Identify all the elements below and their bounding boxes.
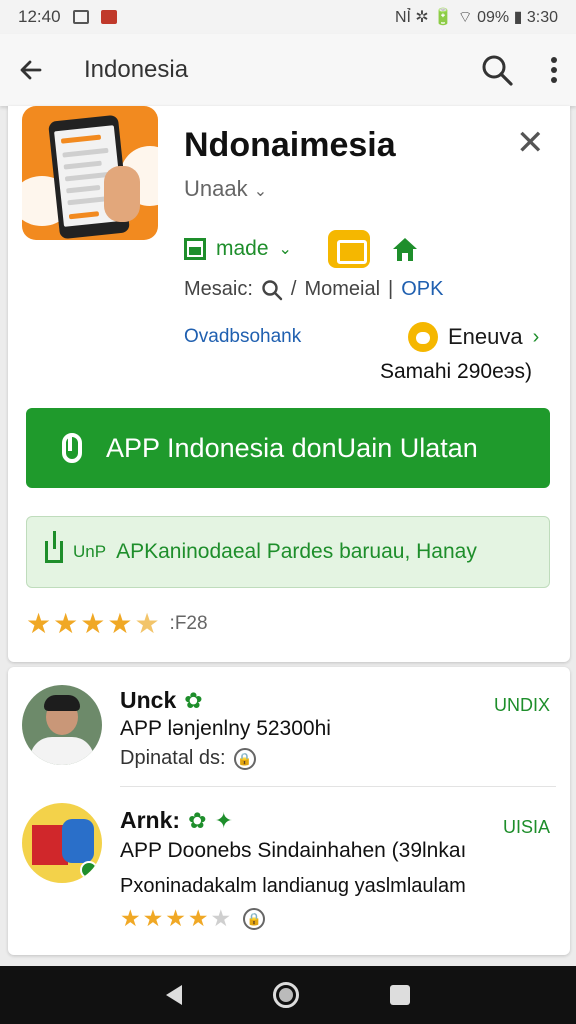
meta-row: made ⌄ bbox=[184, 230, 420, 268]
eneuva-label: Eneuva bbox=[448, 324, 523, 349]
app-bar: Indonesia bbox=[0, 34, 576, 106]
app-name: Ndonaimesia bbox=[184, 126, 396, 164]
home-nav-icon[interactable] bbox=[272, 982, 299, 1008]
star-half-icon: ★ bbox=[134, 608, 160, 639]
page-title: Indonesia bbox=[84, 56, 189, 83]
notification-icon bbox=[72, 10, 89, 24]
review-sub-text: Pxoninadakalm landianug yaslmlaulam bbox=[120, 875, 466, 897]
review-tag[interactable]: UISIA bbox=[503, 817, 550, 838]
apk-download-button[interactable]: UnP APKaninodaeal Pardes baruau, Hanay bbox=[26, 516, 550, 588]
chevron-down-icon: ⌄ bbox=[253, 183, 268, 200]
search-small-icon bbox=[262, 279, 283, 300]
badge-icon: ✿ bbox=[184, 687, 203, 713]
install-button[interactable]: APP Indonesia donUain Ulatan bbox=[26, 408, 550, 488]
star-icon: ★ bbox=[120, 905, 141, 931]
recents-nav-icon[interactable] bbox=[390, 985, 411, 1005]
star-icon: ★ bbox=[53, 608, 79, 639]
tv-icon[interactable] bbox=[327, 230, 370, 268]
separator: / bbox=[290, 278, 297, 300]
avatar bbox=[22, 803, 102, 883]
status-time: 12:40 bbox=[18, 7, 61, 26]
reviews-card: Unck ✿ UNDIX APP lənjenlny 52300hi Dpina… bbox=[8, 667, 570, 955]
badge-icon: ✿ bbox=[188, 807, 207, 833]
star-icon: ★ bbox=[80, 608, 106, 639]
review-item[interactable]: Arnk: ✿ ✦ UISIA APP Doonebs Sindainhahen… bbox=[8, 787, 570, 955]
back-nav-icon[interactable] bbox=[165, 985, 182, 1005]
status-bar: 12:40 NỈ ✲ 🔋 ⌔ 09% ▮ 3:30 bbox=[0, 0, 576, 34]
badge-icon: ✦ bbox=[214, 807, 233, 833]
review-author-name: Unck bbox=[120, 687, 177, 713]
review-tag[interactable]: UNDIX bbox=[494, 695, 550, 716]
developer-name: Unaak bbox=[184, 176, 248, 201]
system-nav-bar bbox=[0, 966, 576, 1024]
avatar bbox=[22, 685, 102, 765]
lock-icon: 🔒 bbox=[233, 747, 256, 770]
apk-label: UnP bbox=[73, 542, 107, 561]
separator: | bbox=[388, 278, 394, 300]
image-icon bbox=[184, 238, 206, 260]
eneuva-row[interactable]: Eneuva › bbox=[408, 322, 539, 352]
home-icon[interactable] bbox=[390, 234, 420, 264]
developer-dropdown[interactable]: Unaak ⌄ bbox=[184, 176, 267, 202]
star-icon: ★ bbox=[26, 608, 52, 639]
rating-stars: ★ ★ ★ ★ ★ :F28 bbox=[26, 610, 208, 638]
star-empty-icon: ★ bbox=[210, 905, 232, 931]
review-text: APP Doonebs Sindainhahen (39lnkaı bbox=[120, 839, 467, 862]
search-icon[interactable] bbox=[480, 53, 514, 87]
back-arrow-icon[interactable] bbox=[18, 57, 44, 83]
review-text: APP lənjenlny 52300hi bbox=[120, 717, 331, 740]
status-icons: NỈ ✲ 🔋 ⌔ 09% ▮ 3:30 bbox=[394, 9, 558, 26]
star-icon: ★ bbox=[165, 905, 186, 931]
apk-button-text: APKaninodaeal Pardes baruau, Hanay bbox=[116, 540, 477, 563]
upload-icon bbox=[45, 531, 63, 563]
lock-icon: 🔒 bbox=[243, 907, 266, 930]
more-options-icon[interactable] bbox=[550, 56, 558, 84]
app-detail-card: Ndonaimesia ✕ Unaak ⌄ made ⌄ Mesaic: / M… bbox=[8, 106, 570, 662]
review-sub: Dpinatal ds: 🔒 bbox=[120, 747, 256, 770]
star-icon: ★ bbox=[142, 905, 164, 931]
chevron-down-icon: ⌄ bbox=[278, 241, 292, 258]
app-icon bbox=[22, 106, 158, 240]
rating-count: :F28 bbox=[169, 613, 208, 634]
review-sub-text: Dpinatal ds: bbox=[120, 747, 226, 769]
review-stars: ★ ★ ★ ★ ★ 🔒 bbox=[120, 905, 266, 931]
meta-mid: Momeial bbox=[304, 278, 381, 300]
install-button-label: APP Indonesia donUain Ulatan bbox=[106, 432, 478, 463]
star-icon: ★ bbox=[187, 905, 209, 931]
meta-info-row: Mesaic: / Momeial | OPK bbox=[184, 278, 444, 301]
made-label[interactable]: made bbox=[216, 237, 269, 261]
chevron-right-icon: › bbox=[532, 325, 540, 348]
close-icon[interactable]: ✕ bbox=[516, 126, 545, 160]
review-author-name: Arnk: bbox=[120, 807, 181, 833]
emoji-icon bbox=[408, 322, 438, 352]
review-author: Arnk: ✿ ✦ bbox=[120, 807, 233, 834]
developer-link[interactable]: Ovadbsohank bbox=[184, 326, 301, 348]
size-info: Samahi 290eэs) bbox=[380, 360, 532, 383]
review-author: Unck ✿ bbox=[120, 687, 203, 714]
review-item[interactable]: Unck ✿ UNDIX APP lənjenlny 52300hi Dpina… bbox=[8, 667, 570, 787]
star-icon: ★ bbox=[107, 608, 133, 639]
mic-icon bbox=[62, 433, 82, 463]
mail-icon bbox=[100, 10, 117, 24]
meta-prefix: Mesaic: bbox=[184, 278, 253, 300]
meta-suffix[interactable]: OPK bbox=[401, 278, 443, 301]
